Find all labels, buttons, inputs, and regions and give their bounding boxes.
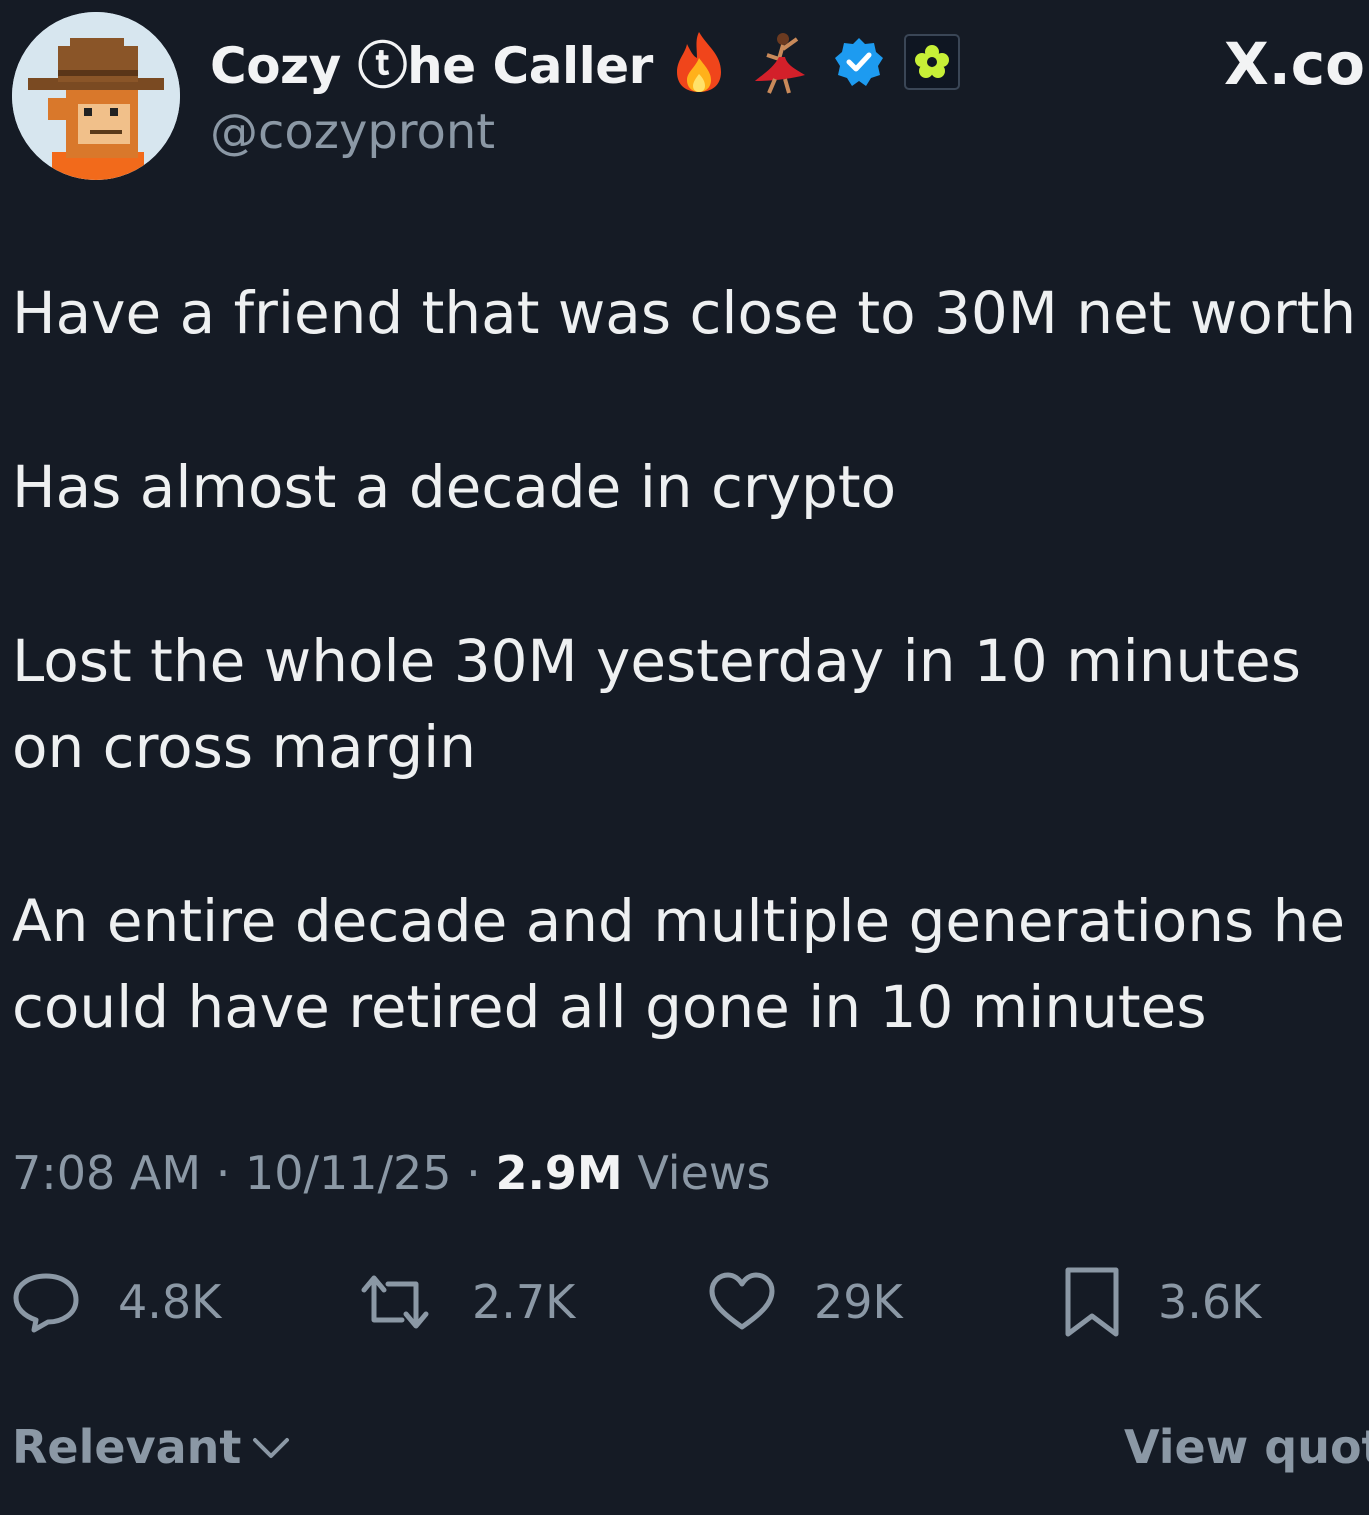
author-display-name[interactable]: Cozy ⓣhe Caller xyxy=(210,26,653,98)
view-quotes-link[interactable]: View quot xyxy=(1124,1420,1369,1474)
meta-separator: · xyxy=(451,1146,496,1200)
reply-count: 4.8K xyxy=(118,1275,222,1329)
author-name-row: Cozy ⓣhe Caller xyxy=(210,29,961,95)
heart-icon xyxy=(709,1272,775,1330)
reply-icon xyxy=(13,1273,79,1333)
bookmark-icon xyxy=(1065,1267,1119,1337)
sort-dropdown[interactable]: Relevant xyxy=(12,1420,293,1474)
affiliate-badge-icon xyxy=(903,33,961,91)
repost-count: 2.7K xyxy=(472,1275,576,1329)
views-label: Views xyxy=(622,1146,771,1200)
like-button[interactable]: 29K xyxy=(708,1262,903,1342)
views-count: 2.9M xyxy=(495,1146,623,1200)
post-paragraph: An entire decade and multiple generation… xyxy=(12,887,1346,1041)
bookmark-button[interactable]: 3.6K xyxy=(1064,1262,1261,1342)
site-watermark: X.co xyxy=(1224,30,1365,98)
sort-label: Relevant xyxy=(12,1420,242,1474)
like-count: 29K xyxy=(814,1275,903,1329)
post-paragraph: Have a friend that was close to 30M net … xyxy=(12,279,1357,347)
post-date[interactable]: 10/11/25 xyxy=(245,1146,452,1200)
post-paragraph: Has almost a decade in crypto xyxy=(12,453,897,521)
bookmark-count: 3.6K xyxy=(1158,1275,1262,1329)
repost-button[interactable]: 2.7K xyxy=(356,1262,575,1342)
meta-separator: · xyxy=(201,1146,245,1200)
dancer-emoji-icon xyxy=(745,29,815,95)
reply-button[interactable]: 4.8K xyxy=(12,1262,221,1342)
pixel-cowboy-ape-avatar-icon xyxy=(12,12,180,180)
fire-emoji-icon xyxy=(671,30,727,94)
action-bar: 4.8K 2.7K 29K 3.6K xyxy=(12,1262,1369,1342)
avatar[interactable] xyxy=(12,12,180,180)
author-handle[interactable]: @cozypront xyxy=(210,104,495,160)
post-paragraph: Lost the whole 30M yesterday in 10 minut… xyxy=(12,627,1301,781)
post-meta: 7:08 AM · 10/11/25 · 2.9M Views xyxy=(12,1146,770,1200)
repost-icon xyxy=(361,1275,429,1329)
post-body: Have a friend that was close to 30M net … xyxy=(12,270,1369,1138)
chevron-down-icon xyxy=(253,1438,290,1458)
verified-icon xyxy=(833,36,885,88)
post-time[interactable]: 7:08 AM xyxy=(12,1146,201,1200)
